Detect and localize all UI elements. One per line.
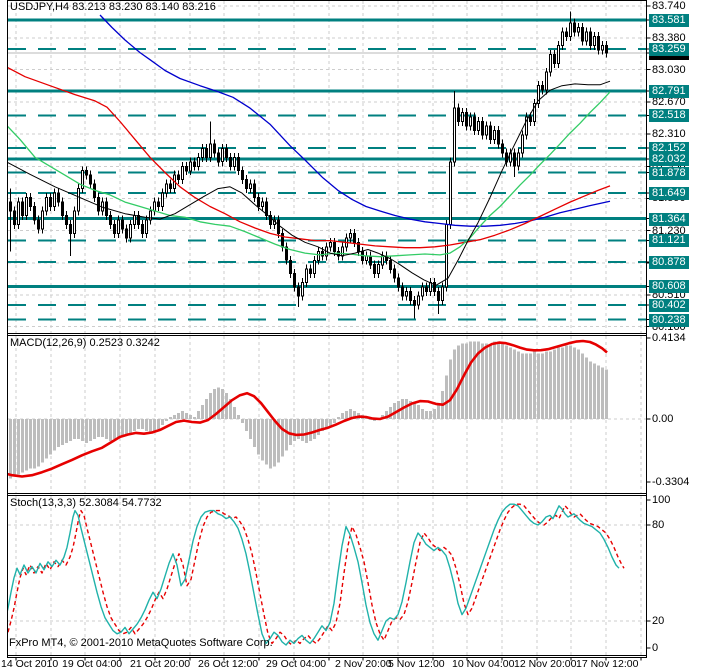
macd-axis-label: 0.00 <box>652 413 674 425</box>
stoch-axis-label: 80 <box>652 519 665 531</box>
time-axis-label: 19 Oct 04:00 <box>62 658 123 670</box>
price-axis-label: 83.740 <box>652 0 686 12</box>
stoch-axis-label: 20 <box>652 615 665 627</box>
level-price-badge: 82.518 <box>649 109 689 122</box>
time-axis-label: 10 Nov 04:00 <box>452 658 515 670</box>
level-price-badge: 81.121 <box>649 234 689 247</box>
level-price-badge: 83.259 <box>649 43 689 56</box>
chart-title-ohlc: USDJPY,H4 83.213 83.230 83.140 83.216 <box>10 1 216 13</box>
time-axis-label: 2 Nov 20:00 <box>335 658 392 670</box>
platform-copyright: FxPro MT4, © 2001-2010 MetaQuotes Softwa… <box>9 637 273 649</box>
stoch-axis-label: 100 <box>652 494 671 506</box>
time-axis-label: 21 Oct 20:00 <box>130 658 191 670</box>
time-axis-label: 26 Oct 12:00 <box>198 658 259 670</box>
price-axis-label: 82.310 <box>652 128 686 140</box>
level-price-badge: 80.238 <box>649 314 689 327</box>
stoch-axis-label: 0 <box>652 642 659 654</box>
level-price-badge: 80.608 <box>649 280 689 293</box>
mt4-chart-window: USDJPY,H4 83.213 83.230 83.140 83.216 MA… <box>0 0 710 671</box>
level-price-badge: 81.878 <box>649 167 689 180</box>
time-axis-label: 29 Oct 04:00 <box>266 658 327 670</box>
level-price-badge: 80.878 <box>649 256 689 269</box>
price-chart-canvas[interactable] <box>0 0 710 671</box>
level-price-badge: 82.791 <box>649 85 689 98</box>
time-axis-label: 5 Nov 12:00 <box>388 658 445 670</box>
level-price-badge: 82.032 <box>649 153 689 166</box>
level-price-badge: 80.402 <box>649 299 689 312</box>
level-price-badge: 81.649 <box>649 187 689 200</box>
macd-indicator-label: MACD(12,26,9) 0.2523 0.3242 <box>10 337 160 349</box>
stoch-indicator-label: Stoch(13,3,3) 52.3084 54.7732 <box>10 497 162 509</box>
macd-axis-label: 0.4134 <box>652 332 686 344</box>
macd-axis-label: -0.3304 <box>652 476 690 488</box>
time-axis-label: 17 Nov 12:00 <box>576 658 639 670</box>
level-price-badge: 83.581 <box>649 14 689 27</box>
time-axis-label: 12 Nov 20:00 <box>514 658 577 670</box>
time-axis-label: 14 Oct 2010 <box>1 658 59 670</box>
level-price-badge: 81.364 <box>649 213 689 226</box>
price-axis-label: 83.030 <box>652 64 686 76</box>
